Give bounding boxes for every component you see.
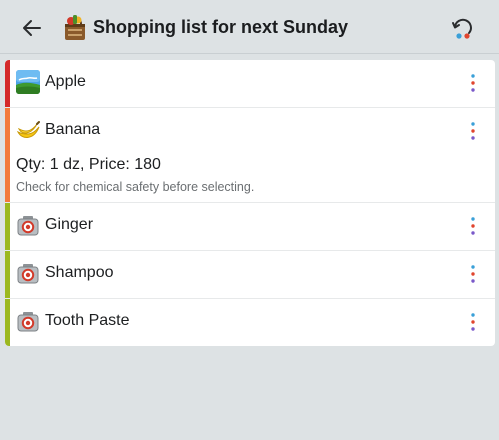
list-item-tooth-paste[interactable]: Tooth Paste	[5, 299, 495, 346]
grocery-basket-icon	[65, 15, 85, 40]
landscape-photo-icon	[16, 70, 40, 94]
app-header: Shopping list for next Sunday	[0, 0, 499, 54]
more-vertical-icon	[471, 122, 475, 140]
more-vertical-icon	[471, 313, 475, 331]
camera-icon	[17, 264, 39, 284]
more-options-button[interactable]	[467, 72, 479, 94]
list-item-apple[interactable]: Apple	[5, 60, 495, 108]
list-item-banana[interactable]: Banana Qty: 1 dz, Price: 180 Check for c…	[5, 108, 495, 203]
refresh-sync-icon	[452, 18, 472, 39]
item-note: Check for chemical safety before selecti…	[16, 180, 255, 194]
more-options-button[interactable]	[467, 215, 479, 237]
more-options-button[interactable]	[467, 263, 479, 285]
more-options-button[interactable]	[467, 120, 479, 142]
more-options-button[interactable]	[467, 311, 479, 333]
item-name: Ginger	[45, 216, 94, 233]
camera-icon	[17, 312, 39, 332]
item-name: Tooth Paste	[45, 312, 130, 329]
more-vertical-icon	[471, 74, 475, 92]
more-vertical-icon	[471, 265, 475, 283]
list-item-shampoo[interactable]: Shampoo	[5, 251, 495, 299]
more-vertical-icon	[471, 217, 475, 235]
item-details: Qty: 1 dz, Price: 180 Check for chemical…	[5, 154, 495, 202]
item-name: Shampoo	[45, 264, 114, 281]
list-item-ginger[interactable]: Ginger	[5, 203, 495, 251]
sync-button[interactable]	[450, 14, 476, 40]
banana-icon	[16, 121, 40, 138]
item-name: Banana	[45, 121, 101, 138]
page-title: Shopping list for next Sunday	[93, 17, 349, 37]
shopping-list: Apple Banana Qty: 1 dz, Price: 180 Check…	[5, 60, 495, 346]
arrow-left-icon	[23, 20, 41, 36]
back-button[interactable]	[19, 15, 45, 41]
item-name: Apple	[45, 73, 86, 90]
camera-icon	[17, 216, 39, 236]
quantity-price-text: Qty: 1 dz, Price: 180	[16, 156, 161, 173]
